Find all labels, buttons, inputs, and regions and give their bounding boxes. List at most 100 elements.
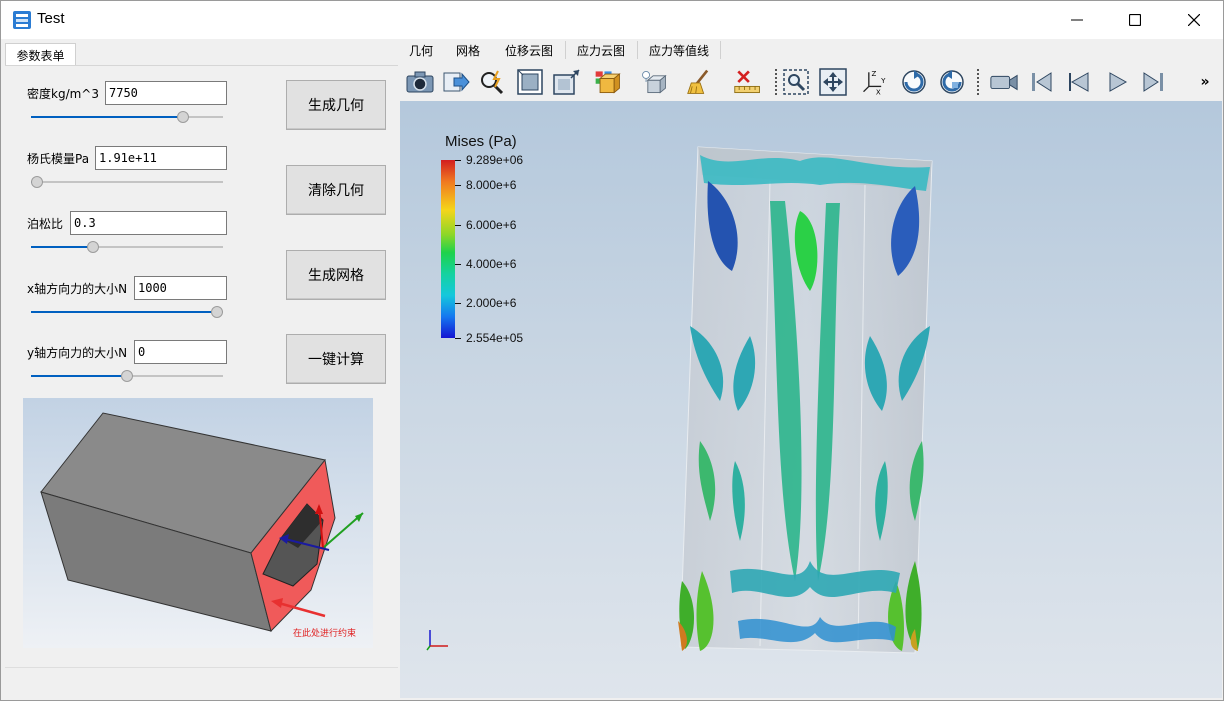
select-cells-button[interactable] [593, 67, 623, 97]
menu-stress-isoline[interactable]: 应力等值线 [649, 42, 709, 59]
poisson-ratio-slider[interactable] [31, 240, 223, 254]
export-icon [443, 72, 470, 92]
slider-thumb[interactable] [176, 111, 189, 123]
menu-divider [720, 41, 721, 59]
play-icon [1109, 72, 1128, 92]
last-frame-button[interactable] [1138, 67, 1168, 97]
slider-track [31, 181, 223, 183]
legend-tick-mark [455, 224, 461, 226]
select-points-button[interactable] [639, 67, 669, 97]
slider-thumb[interactable] [211, 306, 223, 318]
y-force-input[interactable]: 0 [134, 340, 227, 364]
menu-mesh[interactable]: 网格 [456, 42, 480, 59]
menu-stress-contour[interactable]: 应力云图 [577, 42, 625, 59]
rotate-ccw-icon [940, 70, 964, 94]
tab-bar: 参数表单 [1, 39, 399, 66]
camera-button[interactable] [405, 67, 435, 97]
find-data-button[interactable] [477, 67, 507, 97]
toolbar-divider [775, 69, 777, 95]
rotate-cw-button[interactable] [899, 67, 929, 97]
app-icon [13, 11, 31, 29]
y-force-label: y轴方向力的大小N [27, 346, 128, 360]
minimize-button[interactable] [1048, 1, 1106, 39]
toolbar-divider [977, 69, 979, 95]
legend-tick-label: 6.000e+6 [466, 217, 517, 232]
export-button[interactable] [441, 67, 471, 97]
render-viewport[interactable]: Mises (Pa) 9.289e+06 8.000e+6 6.000e+6 4.00… [400, 101, 1222, 698]
legend-tick-mark [455, 303, 461, 305]
app-window: Test 参数表单 密度kg/m^3 7750 杨氏模量Pa 1.91e+11 [0, 0, 1224, 701]
generate-geometry-button[interactable]: 生成几何 [286, 80, 386, 130]
density-input[interactable]: 7750 [105, 81, 227, 105]
x-force-input[interactable]: 1000 [134, 276, 227, 300]
video-camera-button[interactable] [989, 67, 1019, 97]
poisson-ratio-label: 泊松比 [27, 217, 64, 231]
clear-geometry-button[interactable]: 清除几何 [286, 165, 386, 215]
first-frame-button[interactable] [1027, 67, 1057, 97]
legend-tick-label: 4.000e+6 [466, 256, 517, 271]
fit-view-button[interactable] [818, 67, 848, 97]
slider-thumb[interactable] [121, 370, 133, 382]
legend-tick-mark [455, 338, 461, 339]
legend-title: Mises (Pa) [445, 133, 517, 150]
constraint-annotation: 在此处进行约束 [293, 627, 356, 639]
generate-mesh-button[interactable]: 生成网格 [286, 250, 386, 300]
legend-tick-label: 9.289e+06 [466, 153, 524, 167]
title-bar[interactable]: Test [1, 1, 1223, 39]
svg-text:Z: Z [871, 69, 876, 78]
youngs-modulus-input[interactable]: 1.91e+11 [95, 146, 227, 170]
hollow-beam-illustration: 在此处进行约束 [23, 398, 373, 648]
zoom-to-box-button[interactable] [552, 67, 582, 97]
select-points-icon [642, 70, 667, 94]
youngs-modulus-slider[interactable] [31, 175, 223, 189]
play-button[interactable] [1102, 67, 1132, 97]
rotate-ccw-button[interactable] [937, 67, 967, 97]
reset-camera-button[interactable] [515, 67, 545, 97]
legend-tick-label: 8.000e+6 [466, 178, 517, 193]
zoom-to-selection-button[interactable] [781, 67, 811, 97]
youngs-modulus-label: 杨氏模量Pa [27, 152, 90, 166]
left-status-strip [5, 667, 398, 699]
geometry-preview: 在此处进行约束 [23, 398, 373, 648]
x-force-slider[interactable] [31, 305, 223, 319]
camera-icon [406, 71, 434, 93]
zoom-to-selection-icon [783, 69, 809, 95]
maximize-icon [1129, 14, 1141, 26]
visualization-panel: 几何 网格 位移云图 应力云图 应力等值线 Z Y X » Mises (Pa)… [399, 39, 1223, 700]
window-title: Test [37, 10, 65, 27]
ruler-icon [734, 70, 760, 94]
find-data-icon [481, 70, 504, 95]
video-camera-icon [990, 74, 1018, 91]
tab-parameter-form[interactable]: 参数表单 [5, 43, 76, 66]
close-button[interactable] [1165, 1, 1223, 39]
axes-orient-icon: ZYX [863, 69, 886, 96]
svg-text:Y: Y [880, 76, 886, 85]
close-icon [1188, 14, 1200, 26]
result-menu-bar: 几何 网格 位移云图 应力云图 应力等值线 [399, 39, 1223, 61]
poisson-ratio-input[interactable]: 0.3 [70, 211, 227, 235]
slider-thumb[interactable] [31, 176, 43, 188]
stress-colorbar [441, 160, 455, 338]
menu-displacement-contour[interactable]: 位移云图 [505, 42, 553, 59]
menu-divider [637, 41, 638, 59]
y-force-slider[interactable] [31, 369, 223, 383]
axes-orient-button[interactable]: ZYX [860, 67, 890, 97]
minimize-icon [1071, 19, 1083, 21]
rotate-cw-icon [902, 70, 926, 94]
maximize-button[interactable] [1106, 1, 1164, 39]
zoom-to-box-icon [553, 69, 580, 95]
menu-geometry[interactable]: 几何 [409, 42, 433, 59]
toolbar-overflow-button[interactable]: » [1193, 67, 1217, 97]
clear-selection-button[interactable] [686, 67, 716, 97]
stress-isosurface-model[interactable] [660, 141, 960, 661]
previous-frame-button[interactable] [1064, 67, 1094, 97]
density-slider[interactable] [31, 110, 223, 124]
ruler-button[interactable] [733, 67, 763, 97]
first-frame-icon [1032, 72, 1052, 92]
slider-thumb[interactable] [86, 241, 99, 253]
one-click-compute-button[interactable]: 一键计算 [286, 334, 386, 384]
slider-fill [31, 311, 217, 313]
legend-tick-label: 2.554e+05 [466, 331, 524, 345]
orientation-axes-triad [426, 630, 448, 651]
legend-tick-mark [455, 160, 461, 161]
